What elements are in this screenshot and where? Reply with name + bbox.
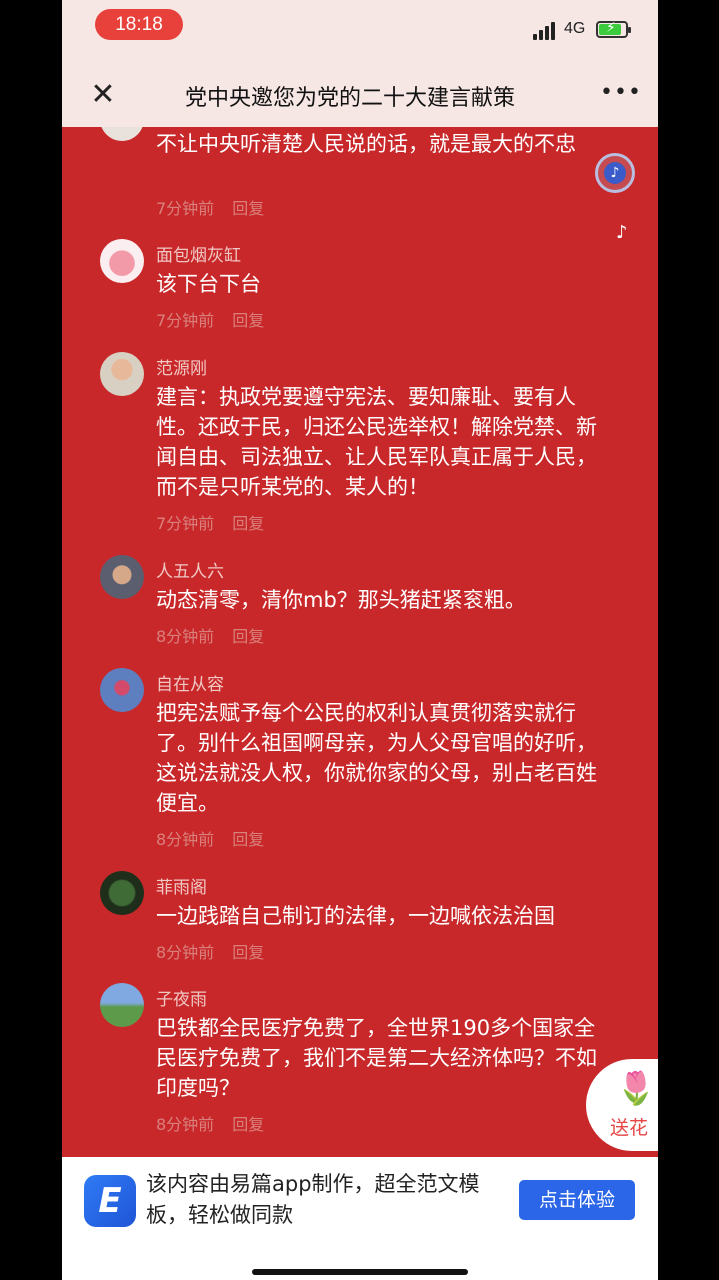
music-icon: ♪ <box>604 162 626 184</box>
comment-time: 7分钟前 <box>156 199 215 218</box>
reply-button[interactable]: 回复 <box>232 311 264 330</box>
avatar[interactable] <box>100 555 144 599</box>
comment-time: 8分钟前 <box>156 627 215 646</box>
comment-username[interactable]: 面包烟灰缸 <box>156 241 241 266</box>
reply-button[interactable]: 回复 <box>232 830 264 849</box>
music-note-icon: ♪ <box>616 222 628 243</box>
status-bar: 18:18 4G ⚡ <box>62 0 658 56</box>
try-now-button[interactable]: 点击体验 <box>519 1180 635 1220</box>
comment-meta: 7分钟前 回复 <box>156 195 264 219</box>
comment-meta: 7分钟前 回复 <box>156 510 264 534</box>
comment-time: 8分钟前 <box>156 1115 215 1134</box>
reply-button[interactable]: 回复 <box>232 514 264 533</box>
app-logo-icon: E <box>84 1175 136 1227</box>
reply-button[interactable]: 回复 <box>232 1115 264 1134</box>
more-options-icon[interactable]: ••• <box>600 78 641 108</box>
comment-meta: 8分钟前 回复 <box>156 623 264 647</box>
comment-text: 把宪法赋予每个公民的权利认真贯彻落实就行了。别什么祖国啊母亲，为人父母官唱的好听… <box>156 701 597 815</box>
reply-button[interactable]: 回复 <box>232 943 264 962</box>
comment-username[interactable]: 范源刚 <box>156 354 207 379</box>
comment-meta: 8分钟前 回复 <box>156 826 264 850</box>
music-toggle-button[interactable]: ♪ <box>595 153 635 193</box>
page-title: 党中央邀您为党的二十大建言献策 <box>185 86 516 111</box>
comment-time: 7分钟前 <box>156 514 215 533</box>
home-indicator[interactable] <box>252 1269 468 1275</box>
comment-meta: 7分钟前 回复 <box>156 307 264 331</box>
avatar[interactable] <box>100 668 144 712</box>
avatar[interactable] <box>100 871 144 915</box>
comment-feed[interactable]: 不让中央听清楚人民说的话，就是最大的不忠 7分钟前 回复 面包烟灰缸 该下台下台 … <box>62 127 658 1157</box>
comment-time: 7分钟前 <box>156 311 215 330</box>
avatar[interactable] <box>100 127 144 141</box>
comment-text: 一边践踏自己制订的法律，一边喊依法治国 <box>156 904 555 928</box>
comment-text: 巴铁都全民医疗免费了，全世界190多个国家全民医疗免费了，我们不是第二大经济体吗… <box>156 1016 597 1100</box>
top-area: 18:18 4G ⚡ ✕ 党中央邀您为党的二十大建言献策 ••• <box>62 0 658 127</box>
home-area <box>62 1239 658 1280</box>
comment-meta: 8分钟前 回复 <box>156 939 264 963</box>
comment-time: 8分钟前 <box>156 830 215 849</box>
comment-time: 8分钟前 <box>156 943 215 962</box>
signal-icon <box>533 22 557 40</box>
close-icon[interactable]: ✕ <box>88 80 118 110</box>
avatar[interactable] <box>100 352 144 396</box>
reply-button[interactable]: 回复 <box>232 627 264 646</box>
comment-text: 不让中央听清楚人民说的话，就是最大的不忠 <box>156 132 576 156</box>
tulip-icon: 🌷 <box>616 1069 656 1107</box>
phone-screen: 18:18 4G ⚡ ✕ 党中央邀您为党的二十大建言献策 ••• 不让中央听清楚… <box>62 0 658 1280</box>
network-label: 4G <box>564 20 586 37</box>
comment-username[interactable]: 人五人六 <box>156 557 224 582</box>
comment-text: 该下台下台 <box>156 272 261 296</box>
send-flower-label: 送花 <box>610 1117 649 1139</box>
avatar[interactable] <box>100 239 144 283</box>
comment-text: 建言：执政党要遵守宪法、要知廉耻、要有人性。还政于民，归还公民选举权！解除党禁、… <box>156 385 597 499</box>
promo-banner: E 该内容由易篇app制作，超全范文模板，轻松做同款 点击体验 <box>62 1157 658 1239</box>
comment-username[interactable]: 自在从容 <box>156 670 224 695</box>
nav-bar: ✕ 党中央邀您为党的二十大建言献策 ••• <box>62 64 658 126</box>
status-time: 18:18 <box>95 9 183 40</box>
battery-icon: ⚡ <box>596 20 631 38</box>
avatar[interactable] <box>100 983 144 1027</box>
comment-username[interactable]: 菲雨阁 <box>156 873 207 898</box>
comment-username[interactable]: 子夜雨 <box>156 985 207 1010</box>
comment-meta: 8分钟前 回复 <box>156 1111 264 1135</box>
promo-text: 该内容由易篇app制作，超全范文模板，轻松做同款 <box>146 1172 480 1227</box>
reply-button[interactable]: 回复 <box>232 199 264 218</box>
comment-text: 动态清零，清你mb？那头猪赶紧衮粗。 <box>156 588 526 612</box>
